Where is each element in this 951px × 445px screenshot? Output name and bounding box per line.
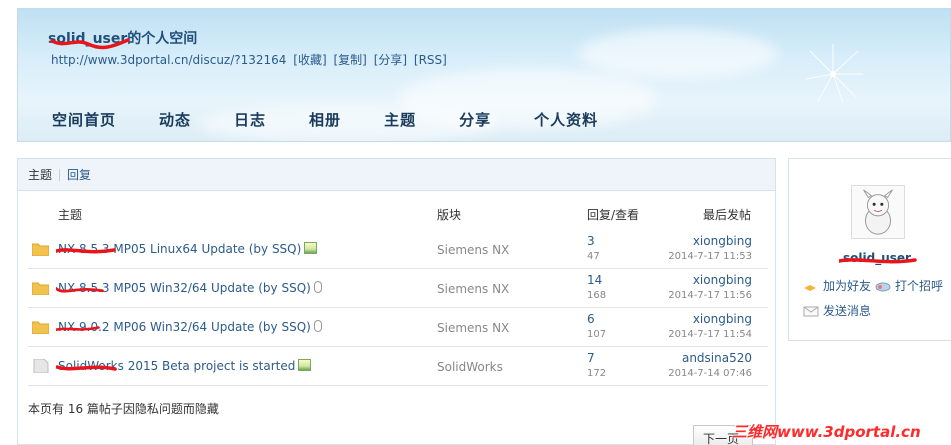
topic-views: 47: [587, 251, 600, 262]
last-post-date: 2014-7-14 07:46: [668, 368, 752, 379]
last-post-date: 2014-7-17 11:54: [668, 329, 752, 340]
envelope-icon: [803, 305, 819, 317]
add-friend-button[interactable]: 加为好友: [803, 277, 871, 294]
avatar[interactable]: [851, 185, 905, 239]
tab-replies[interactable]: 回复: [67, 166, 91, 183]
topic-replies[interactable]: 3: [587, 234, 595, 248]
folder-icon: [32, 321, 49, 334]
profile-card: solid_user 加为好友 打个招呼 发送消息: [788, 158, 951, 341]
redaction-scribble-icon: [56, 365, 117, 371]
dandelion-decoration: [805, 44, 863, 104]
space-header-banner: solid_user的个人空间 http://www.3dportal.cn/d…: [17, 8, 951, 142]
topic-subject-link[interactable]: NX 8.5.3 MP05 Linux64 Update (by SSQ): [56, 242, 318, 256]
rss-link[interactable]: [RSS]: [414, 53, 447, 67]
hidden-posts-note: 本页有 16 篇帖子因隐私问题而隐藏: [28, 402, 219, 416]
avatar-cartoon-icon: [863, 189, 893, 235]
topic-replies[interactable]: 7: [587, 351, 595, 365]
last-post-date: 2014-7-17 11:53: [668, 251, 752, 262]
redaction-scribble-icon: [56, 248, 116, 254]
topic-forum[interactable]: SolidWorks: [437, 360, 503, 374]
topic-subject-link[interactable]: SolidWorks 2015 Beta project is started: [56, 359, 312, 373]
folder-icon: [33, 359, 49, 373]
profile-username[interactable]: solid_user: [839, 251, 917, 265]
folder-icon: [32, 243, 49, 256]
topic-replies[interactable]: 6: [587, 312, 595, 326]
topic-forum[interactable]: Siemens NX: [437, 321, 509, 335]
tab-bar: 主题 回复: [18, 159, 775, 191]
nav-feed[interactable]: 动态: [159, 109, 191, 130]
topic-replies[interactable]: 14: [587, 273, 602, 287]
add-friend-icon: [803, 280, 819, 292]
topic-subject-link[interactable]: NX 8.5.3 MP05 Win32/64 Update (by SSQ): [56, 281, 322, 295]
nav-share[interactable]: 分享: [459, 109, 491, 130]
space-url-line: http://www.3dportal.cn/discuz/?132164 [收…: [48, 51, 447, 68]
redaction-scribble-icon: [56, 326, 100, 332]
topic-forum[interactable]: Siemens NX: [437, 282, 509, 296]
table-row: SolidWorks 2015 Beta project is started …: [28, 347, 768, 386]
tab-divider: [59, 168, 61, 181]
table-row: NX 9.0.2 MP06 Win32/64 Update (by SSQ) S…: [28, 308, 768, 347]
add-friend-label[interactable]: 加为好友: [823, 277, 871, 294]
column-subject: 主题: [58, 208, 83, 222]
column-forum: 版块: [437, 208, 462, 222]
favorite-link[interactable]: [收藏]: [293, 53, 326, 67]
copy-link[interactable]: [复制]: [333, 53, 366, 67]
folder-icon: [32, 282, 49, 295]
last-poster-link[interactable]: xiongbing: [693, 312, 752, 326]
last-poster-link[interactable]: xiongbing: [693, 234, 752, 248]
greet-button[interactable]: 打个招呼: [875, 277, 943, 294]
send-message-button[interactable]: 发送消息: [803, 302, 871, 319]
space-url-link[interactable]: http://www.3dportal.cn/discuz/?132164: [51, 53, 286, 67]
greet-icon: [875, 280, 891, 292]
column-replies-views: 回复/查看: [587, 208, 640, 222]
table-header: 主题 版块 回复/查看 最后发帖: [18, 206, 777, 226]
topic-subject-link[interactable]: NX 9.0.2 MP06 Win32/64 Update (by SSQ): [56, 320, 322, 334]
send-message-label[interactable]: 发送消息: [823, 302, 871, 319]
topics-panel: 主题 回复 主题 版块 回复/查看 最后发帖 NX 8.5.3 MP05 Lin…: [17, 158, 776, 445]
topic-views: 172: [587, 368, 607, 379]
image-attachment-icon: [298, 359, 312, 371]
space-nav: 空间首页 动态 日志 相册 主题 分享 个人资料: [52, 109, 641, 130]
nav-blog[interactable]: 日志: [234, 109, 266, 130]
table-row: NX 8.5.3 MP05 Linux64 Update (by SSQ) Si…: [28, 230, 768, 269]
nav-topics[interactable]: 主题: [384, 109, 416, 130]
cloud-decoration: [578, 29, 778, 79]
greet-label[interactable]: 打个招呼: [895, 277, 943, 294]
paperclip-icon: [313, 281, 322, 293]
table-row: NX 8.5.3 MP05 Win32/64 Update (by SSQ) S…: [28, 269, 768, 308]
topic-forum[interactable]: Siemens NX: [437, 243, 509, 257]
column-last-post: 最后发帖: [703, 208, 752, 222]
topic-views: 107: [587, 329, 607, 340]
last-post-date: 2014-7-17 11:56: [668, 290, 752, 301]
last-poster-link[interactable]: andsina520: [682, 351, 752, 365]
nav-album[interactable]: 相册: [309, 109, 341, 130]
nav-home[interactable]: 空间首页: [52, 109, 116, 130]
last-poster-link[interactable]: xiongbing: [693, 273, 752, 287]
redaction-scribble-icon: [50, 38, 130, 50]
image-attachment-icon: [304, 242, 318, 254]
paperclip-icon: [313, 320, 322, 332]
redaction-scribble-icon: [56, 287, 104, 293]
topic-views: 168: [587, 290, 607, 301]
site-watermark: 三维网www.3dportal.cn: [732, 423, 921, 441]
nav-profile[interactable]: 个人资料: [534, 109, 598, 130]
tab-topics[interactable]: 主题: [28, 166, 52, 183]
space-title[interactable]: solid_user的个人空间: [48, 28, 197, 50]
share-link[interactable]: [分享]: [374, 53, 407, 67]
redaction-scribble-icon: [839, 258, 917, 264]
